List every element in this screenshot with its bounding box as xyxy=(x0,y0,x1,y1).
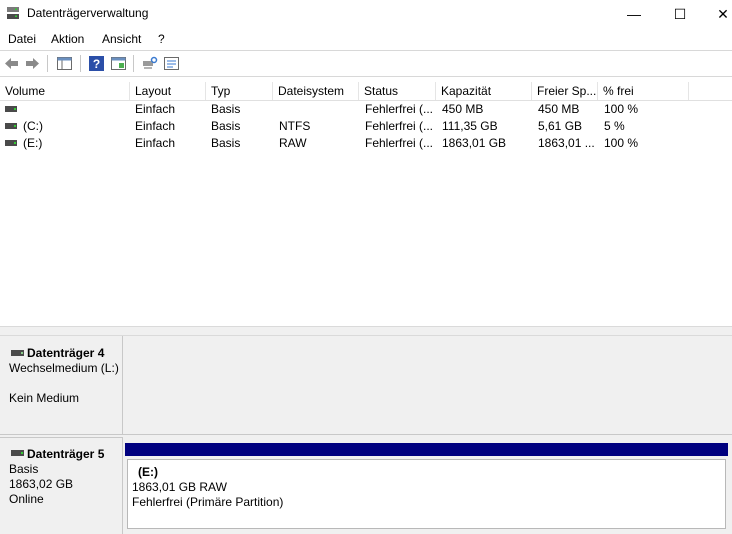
column-header-free-space[interactable]: Freier Sp... xyxy=(532,82,598,100)
maximize-button[interactable]: ☐ xyxy=(657,0,703,28)
cell-capacity: 450 MB xyxy=(442,102,484,116)
cell-layout: Einfach xyxy=(135,102,176,116)
cell-percent-free: 100 % xyxy=(604,102,639,116)
disk-4-title: Datenträger 4 xyxy=(27,346,105,360)
cell-type: Basis xyxy=(211,136,241,150)
list-header: Volume Layout Typ Dateisystem Status Kap… xyxy=(0,82,732,101)
properties-icon[interactable] xyxy=(110,55,127,72)
volume-icon xyxy=(5,123,17,129)
disk-5-size: 1863,02 GB xyxy=(9,477,74,491)
column-header-type[interactable]: Typ xyxy=(206,82,273,100)
cell-volume: (C:) xyxy=(23,119,43,133)
cell-filesystem xyxy=(279,101,357,118)
disk-5-state: Online xyxy=(9,492,44,506)
cell-free-space: 1863,01 ... xyxy=(538,136,595,150)
column-header-layout[interactable]: Layout xyxy=(130,82,206,100)
menu-file[interactable]: Datei xyxy=(8,32,36,46)
export-list-icon[interactable] xyxy=(163,55,180,72)
title-bar: Datenträgerverwaltung — ☐ ✕ xyxy=(0,0,732,28)
disk-4-partition-area xyxy=(123,336,732,435)
cell-capacity: 111,35 GB xyxy=(442,119,498,133)
column-header-filesystem[interactable]: Dateisystem xyxy=(273,82,359,100)
menu-help[interactable]: ? xyxy=(158,32,165,46)
disk-5-title: Datenträger 5 xyxy=(27,447,105,461)
forward-arrow-icon[interactable] xyxy=(24,55,41,72)
cell-filesystem: RAW xyxy=(279,136,307,150)
partition-size-fs: 1863,01 GB RAW xyxy=(132,480,227,494)
window-title: Datenträgerverwaltung xyxy=(27,6,149,20)
cell-layout: Einfach xyxy=(135,119,176,133)
column-header-capacity[interactable]: Kapazität xyxy=(436,82,532,100)
disk-5-partition-area: (E:) 1863,01 GB RAW Fehlerfrei (Primäre … xyxy=(123,438,732,534)
cell-volume: (E:) xyxy=(23,136,43,150)
minimize-button[interactable]: — xyxy=(611,0,657,28)
cell-capacity: 1863,01 GB xyxy=(442,136,507,150)
volume-icon xyxy=(5,140,17,146)
cell-status: Fehlerfrei (... xyxy=(365,102,434,116)
toolbar-separator xyxy=(47,55,48,72)
cell-status: Fehlerfrei (... xyxy=(365,136,434,150)
cell-percent-free: 100 % xyxy=(604,136,639,150)
disk-5-label-panel[interactable]: Datenträger 5 Basis 1863,02 GB Online xyxy=(0,437,123,534)
partition-letter: (E:) xyxy=(138,465,158,479)
back-arrow-icon[interactable] xyxy=(3,55,20,72)
disk-4-label-panel[interactable]: Datenträger 4 Wechselmedium (L:) Kein Me… xyxy=(0,336,123,435)
toolbar-separator xyxy=(133,55,134,72)
partition-status: Fehlerfrei (Primäre Partition) xyxy=(132,495,284,509)
svg-text:?: ? xyxy=(93,57,100,71)
partition-e[interactable]: (E:) 1863,01 GB RAW Fehlerfrei (Primäre … xyxy=(127,459,726,529)
console-tree-icon[interactable] xyxy=(56,55,73,72)
toolbar: ? xyxy=(0,51,732,77)
disk-4-media-status: Kein Medium xyxy=(9,391,80,405)
pane-splitter[interactable] xyxy=(0,326,732,336)
disk-icon xyxy=(11,350,24,356)
cell-filesystem: NTFS xyxy=(279,119,311,133)
column-header-percent-free[interactable]: % frei xyxy=(598,82,689,100)
cell-free-space: 5,61 GB xyxy=(538,119,583,133)
column-header-filler xyxy=(689,82,732,100)
disk-icon xyxy=(11,450,24,456)
disk-5-type: Basis xyxy=(9,462,39,476)
disk-management-app-icon xyxy=(7,7,19,19)
volume-icon xyxy=(5,106,17,112)
partition-header-bar xyxy=(125,443,728,456)
close-button[interactable]: ✕ xyxy=(700,0,732,28)
cell-status: Fehlerfrei (... xyxy=(365,119,434,133)
cell-type: Basis xyxy=(211,119,241,133)
menu-view[interactable]: Ansicht xyxy=(102,32,141,46)
toolbar-separator xyxy=(80,55,81,72)
menu-action[interactable]: Aktion xyxy=(51,32,84,46)
table-row[interactable]: (C:) Einfach Basis NTFS Fehlerfrei (... … xyxy=(0,118,732,135)
cell-percent-free: 5 % xyxy=(604,119,625,133)
table-row[interactable]: Einfach Basis Fehlerfrei (... 450 MB 450… xyxy=(0,101,732,118)
connect-icon[interactable] xyxy=(141,55,158,72)
column-header-status[interactable]: Status xyxy=(359,82,436,100)
table-row[interactable]: (E:) Einfach Basis RAW Fehlerfrei (... 1… xyxy=(0,135,732,152)
cell-type: Basis xyxy=(211,102,241,116)
cell-layout: Einfach xyxy=(135,136,176,150)
cell-volume xyxy=(23,101,128,118)
menu-bar: Datei Aktion Ansicht ? xyxy=(0,28,732,51)
cell-free-space: 450 MB xyxy=(538,102,580,116)
disk-4-kind: Wechselmedium (L:) xyxy=(9,361,119,375)
volume-list: Volume Layout Typ Dateisystem Status Kap… xyxy=(0,82,732,326)
column-header-volume[interactable]: Volume xyxy=(0,82,130,100)
help-icon[interactable]: ? xyxy=(88,55,105,72)
disk-graphical-view: Datenträger 4 Wechselmedium (L:) Kein Me… xyxy=(0,336,732,534)
